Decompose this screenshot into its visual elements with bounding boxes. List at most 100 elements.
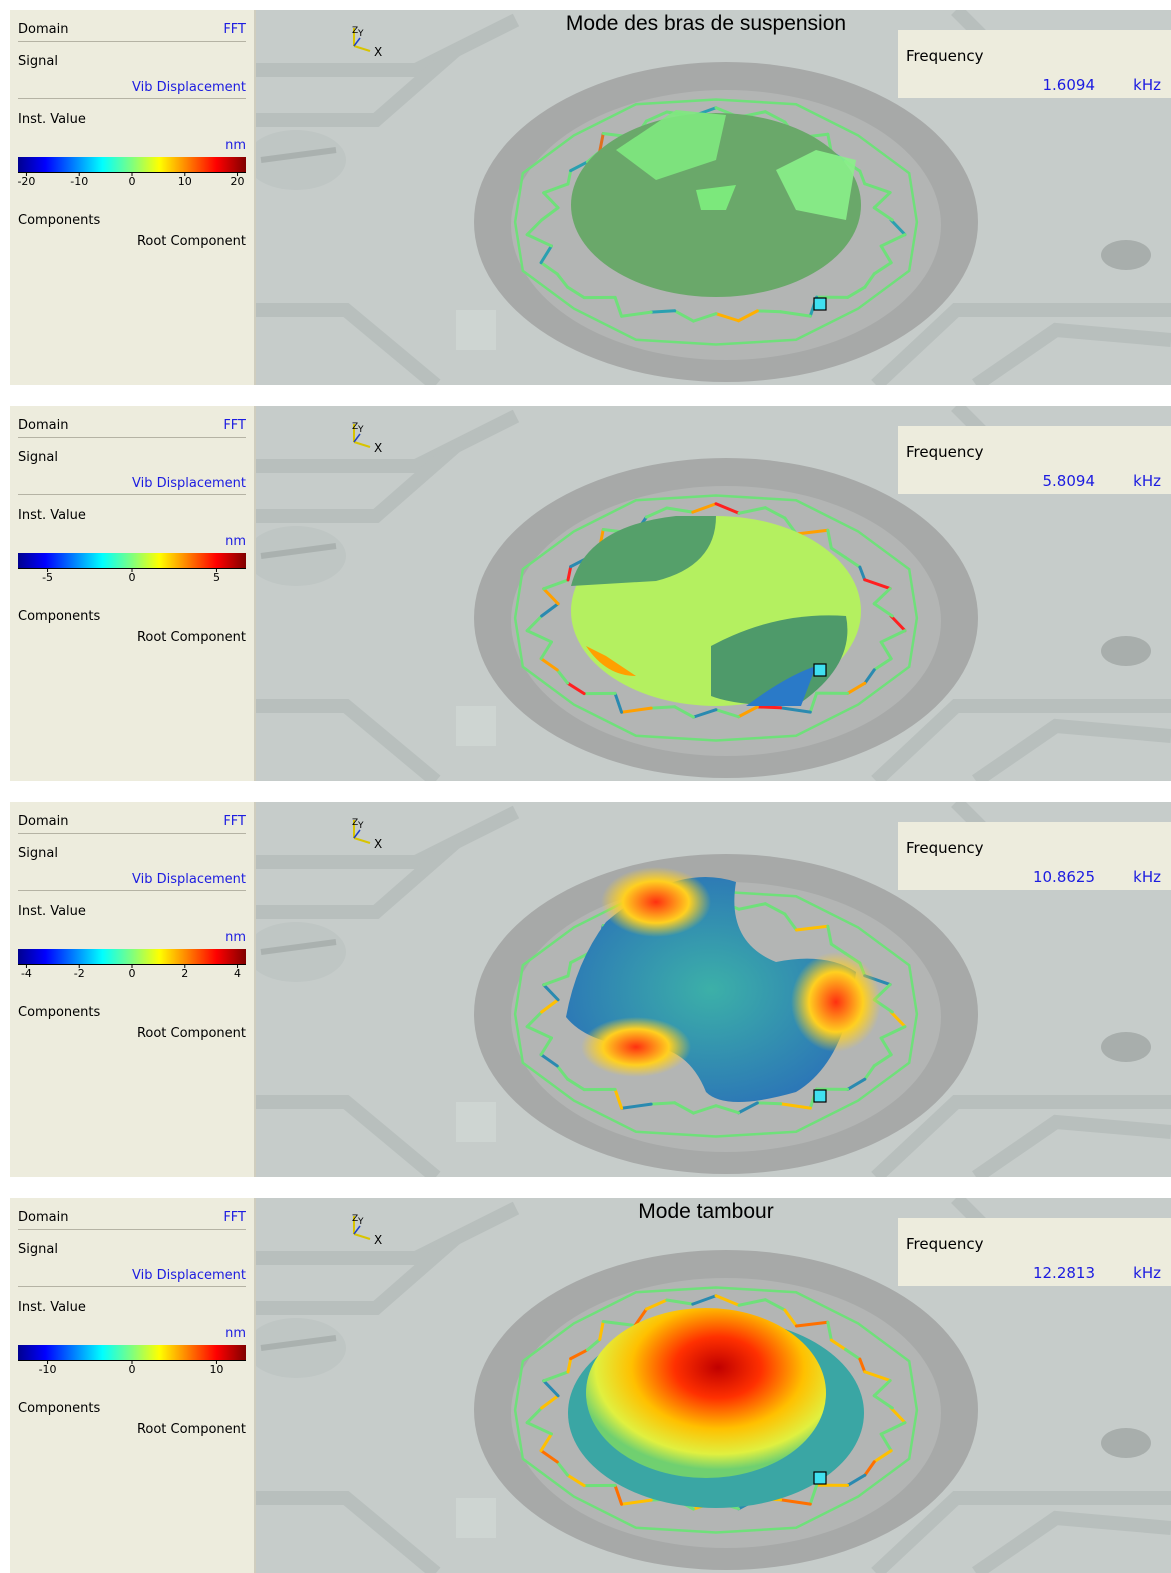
root-component-item[interactable]: Root Component — [137, 630, 246, 645]
color-scale-ticks: -5 0 5 — [18, 571, 246, 585]
components-row: Components — [18, 213, 246, 231]
axis-x-label: X — [374, 441, 382, 454]
color-scale-tick: -4 — [21, 967, 32, 980]
unit-label: nm — [225, 138, 246, 153]
inst-value-label: Inst. Value — [18, 112, 86, 127]
color-scale-tick: 5 — [213, 571, 220, 584]
panel-title: Mode des bras de suspension — [556, 12, 856, 36]
color-scale-tick: 10 — [178, 175, 192, 188]
signal-value[interactable]: Vib Displacement — [132, 1268, 246, 1283]
color-scale-tick: 2 — [181, 967, 188, 980]
inst-value-row: Inst. Value — [18, 904, 246, 922]
unit-label: nm — [225, 1326, 246, 1341]
unit-row: nm — [18, 930, 246, 946]
domain-label: Domain — [18, 22, 68, 37]
domain-value[interactable]: FFT — [223, 22, 246, 37]
domain-value[interactable]: FFT — [223, 814, 246, 829]
domain-value[interactable]: FFT — [223, 418, 246, 433]
root-component-row[interactable]: Root Component — [18, 234, 246, 252]
domain-value[interactable]: FFT — [223, 1210, 246, 1225]
domain-row[interactable]: Domain FFT — [18, 1210, 246, 1230]
axis-x-label: X — [374, 45, 382, 58]
color-scale-tick: 0 — [129, 571, 136, 584]
color-scale-ticks: -4 -2 0 2 4 — [18, 967, 246, 981]
signal-row[interactable]: Vib Displacement — [18, 872, 246, 891]
signal-label-row: Signal — [18, 846, 246, 864]
axis-y-label: Y — [357, 1217, 364, 1227]
inst-value-row: Inst. Value — [18, 508, 246, 526]
signal-row[interactable]: Vib Displacement — [18, 1268, 246, 1287]
frequency-label: Frequency — [906, 839, 984, 857]
root-component-item[interactable]: Root Component — [137, 1026, 246, 1041]
axis-triad-icon: Z Y X — [348, 1212, 388, 1246]
components-row: Components — [18, 1005, 246, 1023]
properties-sidebar: Domain FFT Signal Vib Displacement Inst.… — [10, 10, 256, 385]
frequency-unit: kHz — [1133, 1264, 1161, 1282]
frequency-box: Frequency 10.8625 kHz — [898, 822, 1171, 890]
frequency-value: 1.6094 — [1043, 76, 1096, 94]
signal-label-row: Signal — [18, 1242, 246, 1260]
axis-y-label: Y — [357, 425, 364, 435]
frequency-unit: kHz — [1133, 472, 1161, 490]
scan-panel: Domain FFT Signal Vib Displacement Inst.… — [10, 10, 1171, 385]
inst-value-label: Inst. Value — [18, 508, 86, 523]
color-scale-tick: 4 — [234, 967, 241, 980]
color-scale-tick: 20 — [231, 175, 245, 188]
panel-title: Mode tambour — [556, 1200, 856, 1224]
components-label: Components — [18, 213, 100, 228]
domain-row[interactable]: Domain FFT — [18, 418, 246, 438]
frequency-value: 10.8625 — [1033, 868, 1095, 886]
3d-scan-view[interactable]: Z Y X Frequency 5.8094 kHz — [256, 406, 1171, 781]
axis-triad-icon: Z Y X — [348, 420, 388, 454]
root-component-item[interactable]: Root Component — [137, 234, 246, 249]
signal-label: Signal — [18, 450, 58, 465]
axis-x-label: X — [374, 1233, 382, 1246]
root-component-row[interactable]: Root Component — [18, 1026, 246, 1044]
axis-triad-icon: Z Y X — [348, 816, 388, 850]
signal-label: Signal — [18, 54, 58, 69]
root-component-row[interactable]: Root Component — [18, 1422, 246, 1440]
domain-row[interactable]: Domain FFT — [18, 814, 246, 834]
axis-x-label: X — [374, 837, 382, 850]
unit-row: nm — [18, 138, 246, 154]
unit-label: nm — [225, 930, 246, 945]
measurement-point-icon — [814, 298, 826, 310]
measurement-point-icon — [814, 1472, 826, 1484]
signal-value[interactable]: Vib Displacement — [132, 872, 246, 887]
color-scale-tick: -10 — [39, 1363, 57, 1376]
signal-row[interactable]: Vib Displacement — [18, 476, 246, 495]
signal-label: Signal — [18, 846, 58, 861]
3d-scan-view[interactable]: Z Y X Mode tambour Frequency 12.2813 kHz — [256, 1198, 1171, 1573]
domain-label: Domain — [18, 1210, 68, 1225]
signal-label-row: Signal — [18, 450, 246, 468]
color-scale-tick: 10 — [209, 1363, 223, 1376]
frequency-value: 12.2813 — [1033, 1264, 1095, 1282]
components-row: Components — [18, 609, 246, 627]
root-component-item[interactable]: Root Component — [137, 1422, 246, 1437]
inst-value-label: Inst. Value — [18, 1300, 86, 1315]
signal-label: Signal — [18, 1242, 58, 1257]
color-scale-tick: -5 — [42, 571, 53, 584]
measurement-point-icon — [814, 1090, 826, 1102]
frequency-label: Frequency — [906, 1235, 984, 1253]
color-scale-tick: 0 — [129, 175, 136, 188]
3d-scan-view[interactable]: Z Y X Frequency 10.8625 kHz — [256, 802, 1171, 1177]
color-scale-tick: -2 — [74, 967, 85, 980]
color-scale-tick: 0 — [129, 1363, 136, 1376]
color-scale-tick: 0 — [129, 967, 136, 980]
domain-label: Domain — [18, 418, 68, 433]
components-label: Components — [18, 609, 100, 624]
color-scale-tick: -20 — [17, 175, 35, 188]
unit-row: nm — [18, 534, 246, 550]
domain-row[interactable]: Domain FFT — [18, 22, 246, 42]
properties-sidebar: Domain FFT Signal Vib Displacement Inst.… — [10, 802, 256, 1177]
unit-label: nm — [225, 534, 246, 549]
root-component-row[interactable]: Root Component — [18, 630, 246, 648]
properties-sidebar: Domain FFT Signal Vib Displacement Inst.… — [10, 1198, 256, 1573]
signal-row[interactable]: Vib Displacement — [18, 80, 246, 99]
axis-triad-icon: Z Y X — [348, 24, 388, 58]
signal-value[interactable]: Vib Displacement — [132, 80, 246, 95]
3d-scan-view[interactable]: Z Y X Mode des bras de suspension Freque… — [256, 10, 1171, 385]
signal-value[interactable]: Vib Displacement — [132, 476, 246, 491]
signal-label-row: Signal — [18, 54, 246, 72]
